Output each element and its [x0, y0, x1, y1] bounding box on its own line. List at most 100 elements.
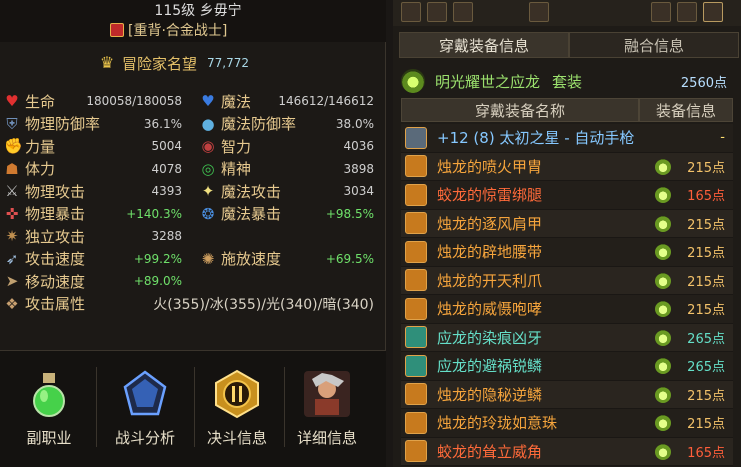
- equipment-row[interactable]: 烛龙的逐风肩甲 215点: [401, 209, 733, 238]
- column-header-name: 穿戴装备名称: [401, 98, 639, 122]
- attack-attribute: ❖ 攻击属性 火(355)/冰(355)/光(340)/暗(340): [4, 293, 374, 315]
- equipment-name: 蛟龙的惊雷绑腿: [437, 186, 543, 205]
- stat-value: +69.5%: [325, 251, 374, 266]
- set-type: 套装: [552, 72, 583, 91]
- equipment-row[interactable]: 蛟龙的耸立威角 165点: [401, 437, 733, 466]
- stat-label: 生命: [25, 92, 56, 111]
- equipment-name: 烛龙的辟地腰带: [437, 243, 543, 262]
- stat-value: 146612/146612: [278, 94, 374, 109]
- equipment-row[interactable]: 烛龙的隐秘逆鳞 215点: [401, 380, 733, 409]
- toolbar-icon[interactable]: [651, 2, 671, 22]
- fame-crown-icon: ♛: [99, 53, 115, 72]
- set-gem-icon: [401, 69, 425, 93]
- equipment-icon: [405, 126, 427, 149]
- stat-left: ➤ 移动速度 +89.0%: [4, 270, 182, 292]
- strength-icon: ✊: [4, 137, 23, 156]
- sub-job-button[interactable]: 副职业: [4, 357, 94, 453]
- set-summary-row: 明光耀世之应龙 套装 2560点: [401, 66, 737, 96]
- fusion-gem-icon: [655, 187, 671, 203]
- equipment-name: 烛龙的玲珑如意珠: [437, 414, 558, 433]
- gear-icon[interactable]: [677, 2, 697, 22]
- stat-left: ➶ 攻击速度 +99.2%: [4, 248, 182, 270]
- stat-label: 独立攻击: [25, 227, 86, 246]
- stat-label: 魔法攻击: [221, 182, 282, 201]
- stat-label: 施放速度: [221, 250, 282, 269]
- stat-row: ✷ 独立攻击 3288: [4, 225, 374, 248]
- stat-left: ☗ 体力 4078: [4, 158, 182, 180]
- equipment-points: 215点: [687, 274, 725, 290]
- intelligence-eye-icon: ◉: [201, 137, 215, 156]
- equipment-row[interactable]: +12 (8) 太初之星 - 自动手枪 -: [401, 124, 733, 153]
- spirit-swirl-icon: ◎: [201, 159, 215, 178]
- duel-badge-icon: [212, 369, 262, 419]
- attribute-label: 攻击属性: [25, 295, 86, 314]
- potion-icon: [24, 369, 74, 419]
- equipment-row[interactable]: 烛龙的威慑咆哮 215点: [401, 295, 733, 324]
- equipment-points: 265点: [687, 331, 725, 347]
- equipment-name: 应龙的避祸锐鳞: [437, 357, 543, 376]
- equipment-row[interactable]: 烛龙的辟地腰带 215点: [401, 238, 733, 267]
- orb-icon: ●: [201, 114, 215, 133]
- stat-label: 魔法防御率: [221, 115, 297, 134]
- class-icon: [110, 23, 124, 37]
- adventure-fame-row: ♛ 冒险家名望 77,772: [0, 50, 386, 76]
- equipment-points: 215点: [687, 303, 725, 319]
- equipment-points: 165点: [687, 189, 725, 205]
- toolbar-icon[interactable]: [427, 2, 447, 22]
- toolbar-icon[interactable]: [703, 2, 723, 22]
- stat-row: ✊ 力量 5004 ◉ 智力 4036: [4, 135, 374, 158]
- magic-crit-icon: ❂: [201, 204, 215, 223]
- toolbar-icon[interactable]: [453, 2, 473, 22]
- equipment-list: +12 (8) 太初之星 - 自动手枪 - 烛龙的喷火甲胄 215点蛟龙的惊雷绑腿 16…: [401, 124, 733, 466]
- equipment-icon: [405, 440, 427, 463]
- equipment-row[interactable]: 烛龙的玲珑如意珠 215点: [401, 409, 733, 438]
- stat-left: ⚔ 物理攻击 4393: [4, 180, 182, 202]
- stat-row: ⚔ 物理攻击 4393 ✦ 魔法攻击 3034: [4, 180, 374, 203]
- stat-value: 5004: [151, 139, 182, 154]
- tab-worn-equipment[interactable]: 穿戴装备信息: [399, 32, 569, 58]
- duel-info-label: 决斗信息: [206, 429, 267, 447]
- equipment-row[interactable]: 应龙的避祸锐鳞 265点: [401, 352, 733, 381]
- stat-row: ☗ 体力 4078 ◎ 精神 3898: [4, 158, 374, 181]
- fusion-gem-icon: [655, 244, 671, 260]
- tab-fusion-info[interactable]: 融合信息: [569, 32, 739, 58]
- attribute-value: 火(355)/冰(355)/光(340)/暗(340): [153, 296, 374, 313]
- equipment-name: 烛龙的威慑咆哮: [437, 300, 543, 319]
- toolbar-icon[interactable]: [401, 2, 421, 22]
- stat-right: ● 魔法防御率 38.0%: [200, 113, 374, 135]
- equipment-points: 215点: [687, 217, 725, 233]
- equipment-points: 215点: [687, 388, 725, 404]
- toolbar-icon[interactable]: [529, 2, 549, 22]
- fusion-gem-icon: [655, 215, 671, 232]
- shield-icon: ⛨: [6, 114, 18, 133]
- fusion-gem-icon: [655, 443, 671, 460]
- stat-row: ⛨ 物理防御率 36.1% ● 魔法防御率 38.0%: [4, 113, 374, 136]
- duel-info-button[interactable]: 决斗信息: [192, 357, 282, 453]
- battle-analysis-label: 战斗分析: [114, 429, 175, 447]
- stat-right: ✺ 施放速度 +69.5%: [200, 248, 374, 270]
- equipment-icon: [405, 411, 427, 434]
- move-speed-icon: ➤: [5, 272, 19, 291]
- equipment-row[interactable]: 蛟龙的惊雷绑腿 165点: [401, 181, 733, 210]
- fusion-gem-icon: [655, 329, 671, 346]
- attack-speed-icon: ➶: [5, 249, 19, 268]
- stat-right: ◉ 智力 4036: [200, 135, 374, 157]
- equipment-row[interactable]: 烛龙的开天利爪 215点: [401, 266, 733, 295]
- equipment-name: 蛟龙的耸立威角: [437, 442, 543, 461]
- stat-label: 物理攻击: [25, 182, 86, 201]
- stat-value: 3898: [343, 161, 374, 176]
- detail-info-button[interactable]: 详细信息: [282, 357, 372, 453]
- stat-label: 魔法暴击: [221, 205, 282, 224]
- fusion-gem-icon: [655, 301, 671, 317]
- stat-value: 4036: [343, 139, 374, 154]
- equipment-points: 215点: [687, 160, 725, 176]
- equipment-row[interactable]: 应龙的染痕凶牙 265点: [401, 323, 733, 352]
- battle-analysis-button[interactable]: 战斗分析: [100, 357, 190, 453]
- stat-label: 攻击速度: [25, 250, 86, 269]
- toolbar-icons: [393, 0, 741, 26]
- stat-left: ✜ 物理暴击 +140.3%: [4, 203, 182, 225]
- character-class: [重背·合金战士]: [110, 20, 280, 40]
- stat-left: ♥ 生命 180058/180058: [4, 90, 182, 112]
- equipment-row[interactable]: 烛龙的喷火甲胄 215点: [401, 152, 733, 181]
- mana-heart-icon: ♥: [201, 92, 215, 111]
